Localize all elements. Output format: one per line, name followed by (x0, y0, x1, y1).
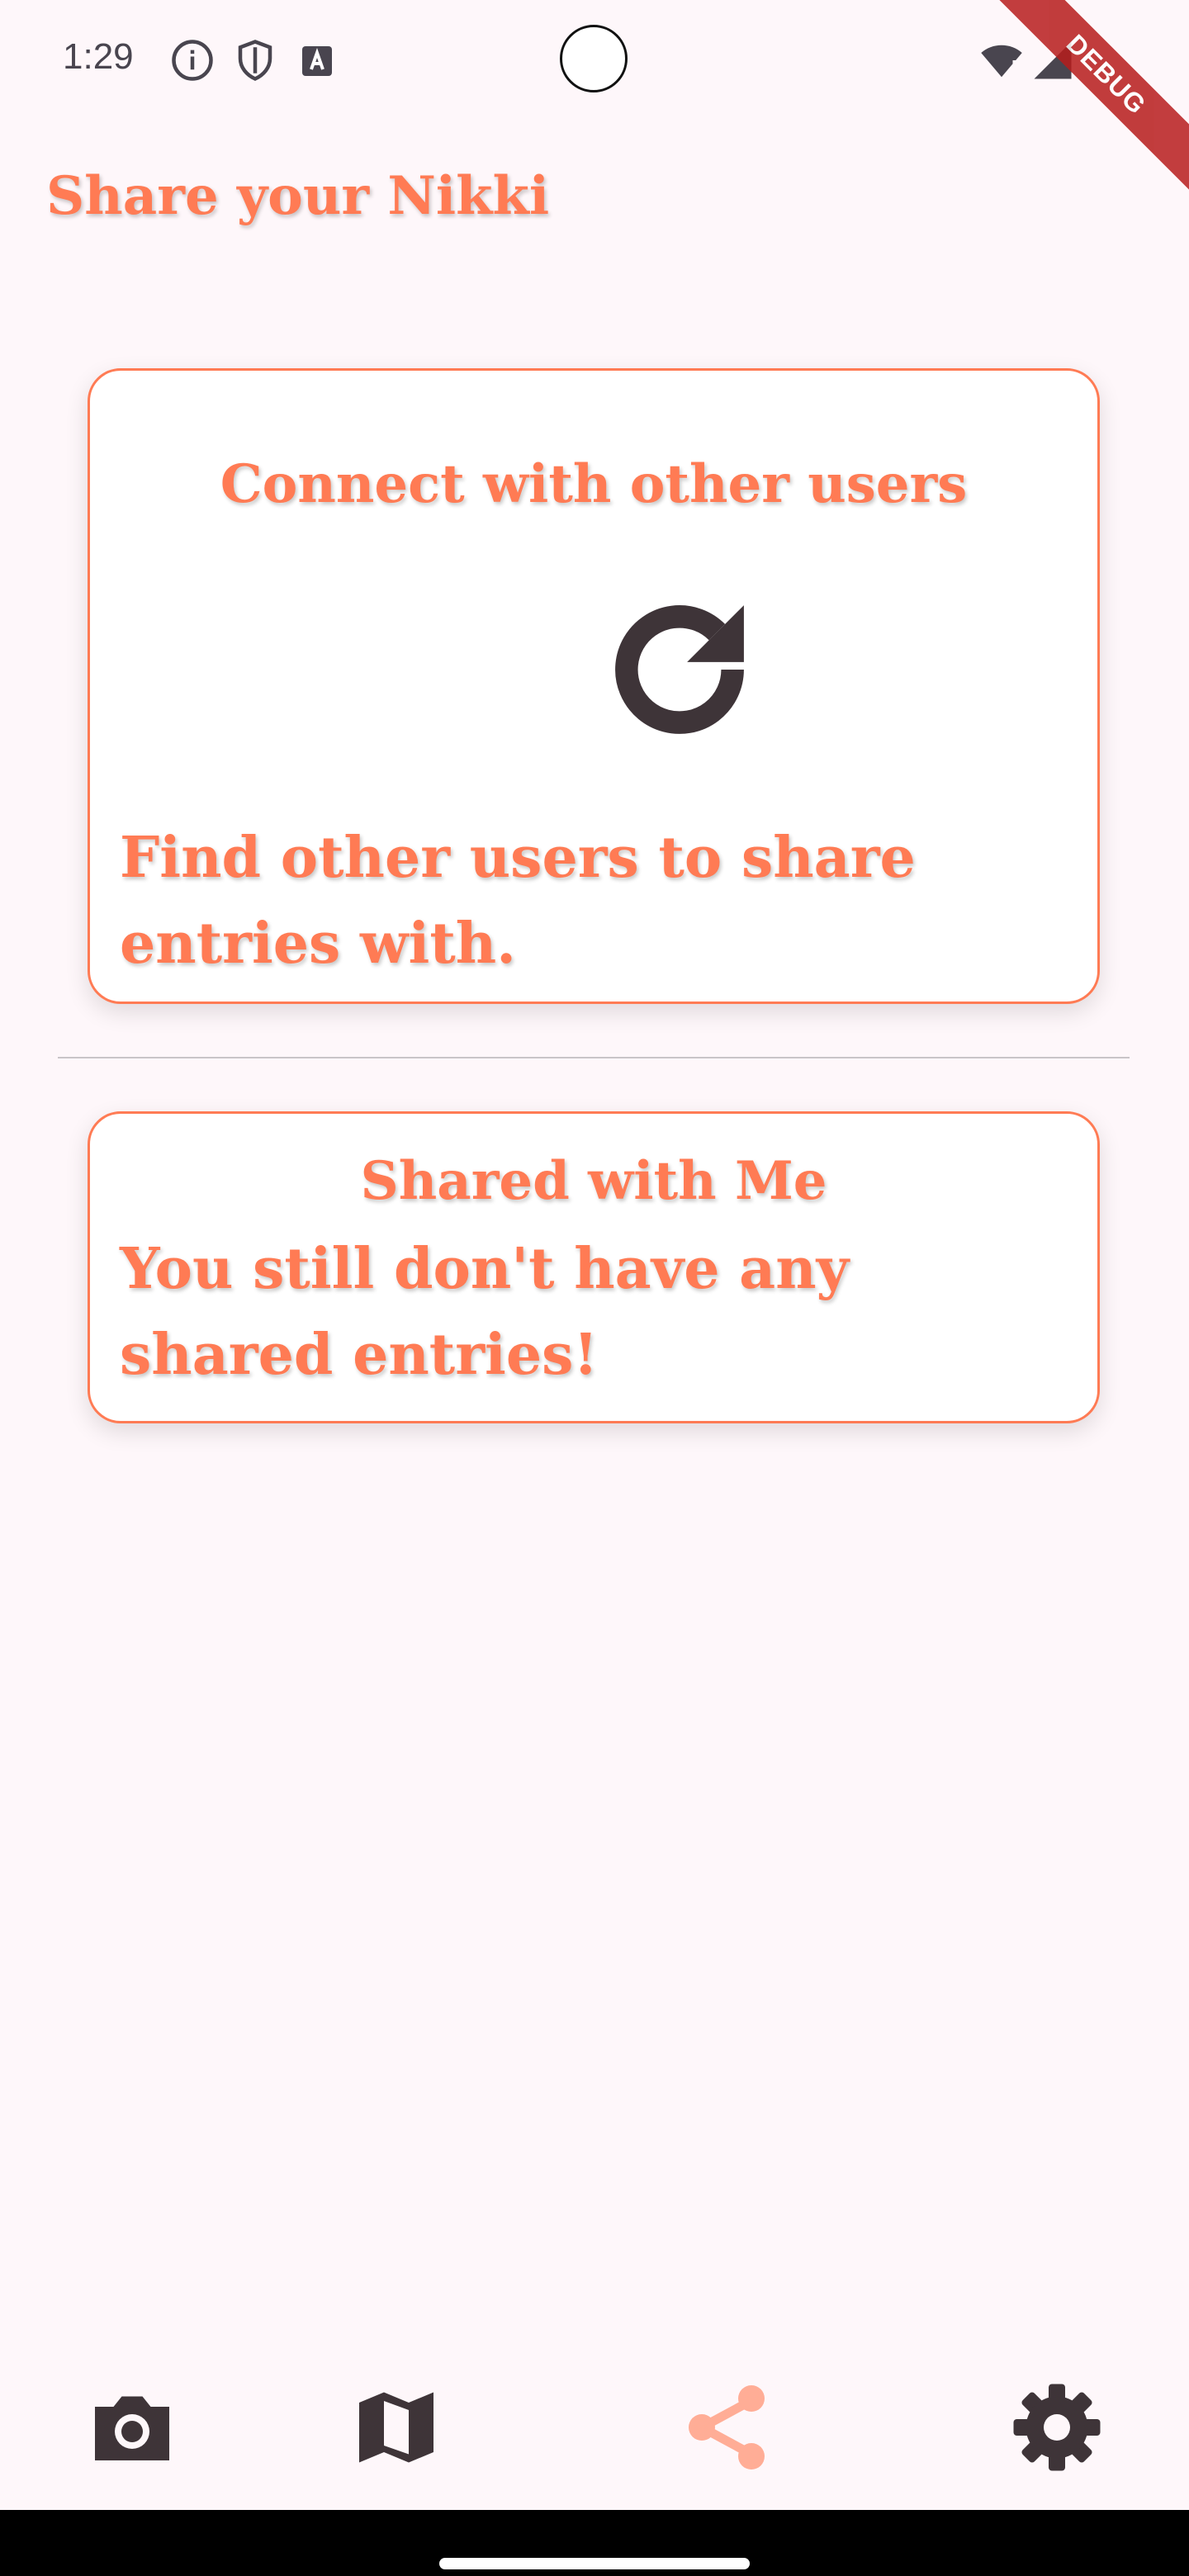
status-bar: 1:29 (0, 0, 1189, 124)
map-icon[interactable] (347, 2378, 446, 2477)
home-handle[interactable] (439, 2558, 750, 2569)
wifi-alert-icon (981, 45, 1022, 78)
refresh-icon[interactable] (589, 579, 770, 760)
info-icon (172, 40, 213, 81)
connect-card-heading: Connect with other users (220, 453, 968, 515)
page-title: Share your Nikki (46, 165, 550, 227)
bottom-nav (0, 2345, 1189, 2510)
connect-card-description: Find other users to share entries with. (120, 825, 916, 977)
font-icon (302, 46, 332, 76)
connect-card: Connect with other users Find other user… (88, 368, 1100, 1004)
status-time: 1:29 (63, 36, 134, 77)
shared-card-empty-message: You still don't have any shared entries! (120, 1236, 850, 1388)
share-icon[interactable] (677, 2378, 776, 2477)
camera-cutout (560, 25, 628, 92)
shared-card-heading: Shared with Me (360, 1150, 827, 1212)
settings-icon[interactable] (1007, 2378, 1106, 2477)
shield-icon (238, 40, 272, 81)
divider (58, 1057, 1130, 1058)
camera-icon[interactable] (83, 2378, 182, 2477)
shared-with-me-card: Shared with Me You still don't have any … (88, 1111, 1100, 1423)
